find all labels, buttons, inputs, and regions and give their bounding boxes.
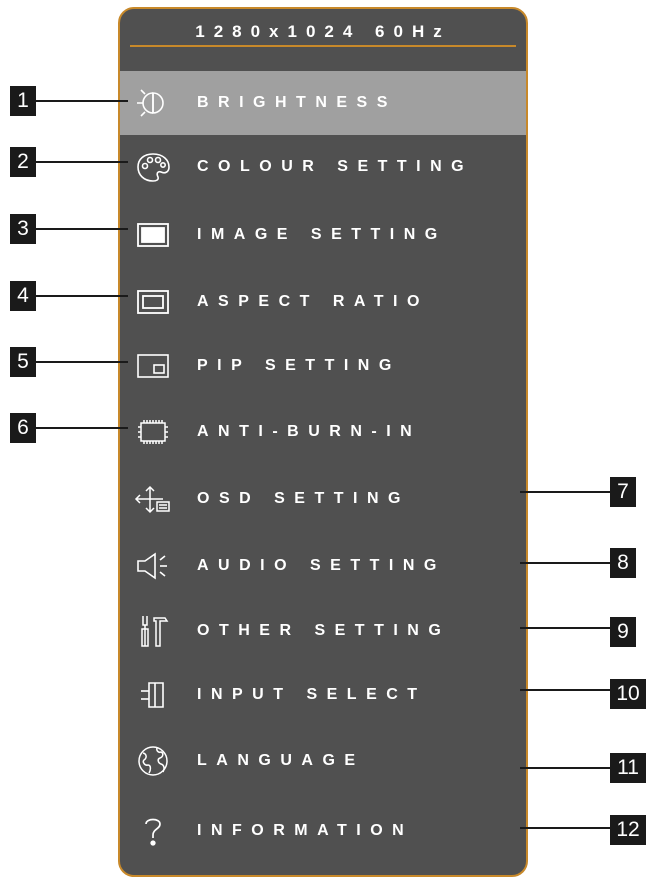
callout-4: 4 <box>10 281 36 311</box>
menu-item-pip-setting[interactable]: PIP SETTING <box>120 334 526 398</box>
menu-item-label: INFORMATION <box>197 822 414 839</box>
menu-item-audio-setting[interactable]: AUDIO SETTING <box>120 534 526 598</box>
image-icon <box>128 203 178 267</box>
leader-line <box>36 161 128 163</box>
input-plug-icon <box>128 663 178 727</box>
aspect-ratio-icon <box>128 270 178 334</box>
leader-line <box>520 689 610 691</box>
brightness-icon <box>128 71 178 135</box>
callout-5: 5 <box>10 347 36 377</box>
leader-line <box>520 767 610 769</box>
menu-item-label: LANGUAGE <box>197 752 365 769</box>
chip-icon <box>128 400 178 464</box>
menu-item-label: OTHER SETTING <box>197 622 451 639</box>
leader-line <box>36 100 128 102</box>
menu-item-anti-burn-in[interactable]: ANTI-BURN-IN <box>120 400 526 464</box>
menu-item-aspect-ratio[interactable]: ASPECT RATIO <box>120 270 526 334</box>
leader-line <box>36 361 128 363</box>
menu-item-label: COLOUR SETTING <box>197 158 474 175</box>
menu-item-label: ASPECT RATIO <box>197 293 429 310</box>
leader-line <box>36 295 128 297</box>
menu-item-other-setting[interactable]: OTHER SETTING <box>120 599 526 663</box>
osd-move-icon <box>128 467 178 531</box>
leader-line <box>520 627 610 629</box>
callout-12: 12 <box>610 815 646 845</box>
callout-10: 10 <box>610 679 646 709</box>
callout-11: 11 <box>610 753 646 783</box>
menu-item-label: ANTI-BURN-IN <box>197 423 422 440</box>
leader-line <box>520 562 610 564</box>
menu-item-brightness[interactable]: BRIGHTNESS <box>120 71 526 135</box>
leader-line <box>520 827 610 829</box>
menu-item-information[interactable]: INFORMATION <box>120 799 526 863</box>
menu-item-label: PIP SETTING <box>197 357 401 374</box>
menu-item-label: BRIGHTNESS <box>197 94 397 111</box>
callout-6: 6 <box>10 413 36 443</box>
menu-item-label: INPUT SELECT <box>197 686 427 703</box>
leader-line <box>36 228 128 230</box>
leader-line <box>36 427 128 429</box>
leader-line <box>520 491 610 493</box>
menu-item-label: IMAGE SETTING <box>197 226 447 243</box>
callout-1: 1 <box>10 86 36 116</box>
header-divider <box>130 45 516 47</box>
osd-menu-panel: 1280x1024 60Hz BRIGHTNESS COLOUR SETTING <box>118 7 528 877</box>
menu-item-osd-setting[interactable]: OSD SETTING <box>120 467 526 531</box>
menu-item-input-select[interactable]: INPUT SELECT <box>120 663 526 727</box>
callout-7: 7 <box>610 477 636 507</box>
pip-icon <box>128 334 178 398</box>
callout-8: 8 <box>610 548 636 578</box>
speaker-icon <box>128 534 178 598</box>
callout-2: 2 <box>10 147 36 177</box>
menu-item-label: AUDIO SETTING <box>197 557 446 574</box>
tools-icon <box>128 599 178 663</box>
menu-item-colour-setting[interactable]: COLOUR SETTING <box>120 135 526 199</box>
menu-item-language[interactable]: LANGUAGE <box>120 729 526 793</box>
palette-icon <box>128 135 178 199</box>
question-icon <box>128 799 178 863</box>
resolution-readout: 1280x1024 60Hz <box>195 22 451 41</box>
menu-item-label: OSD SETTING <box>197 490 410 507</box>
callout-9: 9 <box>610 617 636 647</box>
globe-icon <box>128 729 178 793</box>
menu-item-image-setting[interactable]: IMAGE SETTING <box>120 203 526 267</box>
callout-3: 3 <box>10 214 36 244</box>
